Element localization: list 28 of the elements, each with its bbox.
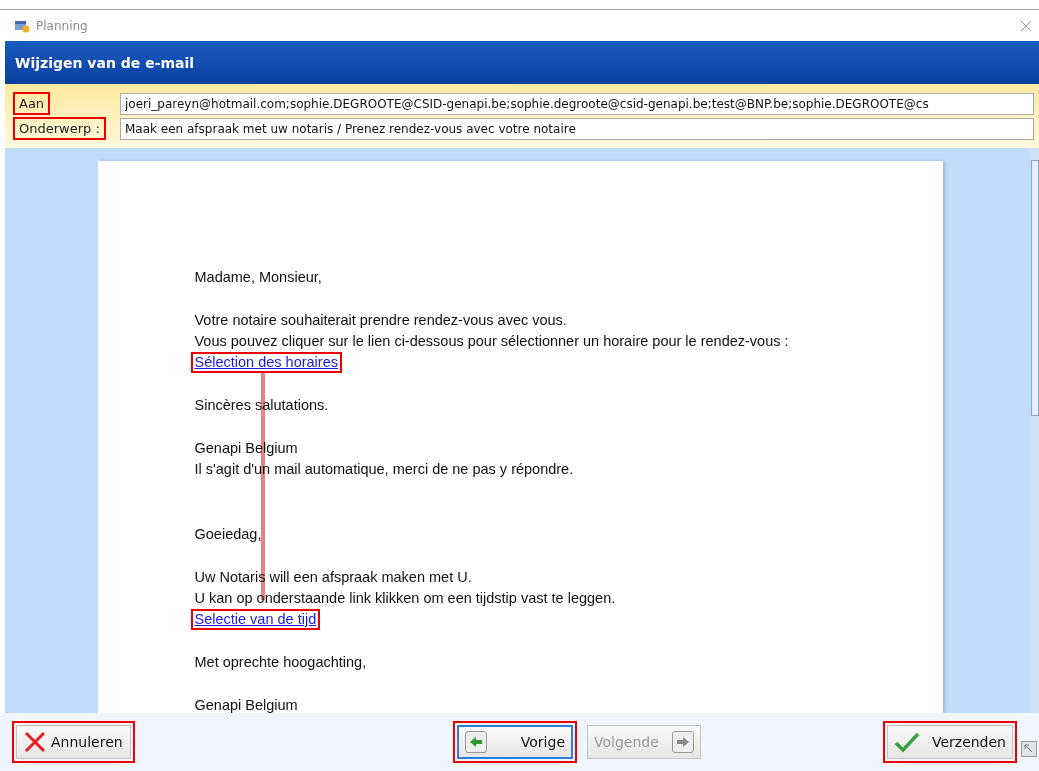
body-text: Met oprechte hoogachting,: [194, 653, 367, 672]
checkmark-icon: [894, 731, 920, 753]
body-text: Votre notaire souhaiterait prendre rendez-vous avec vous.: [194, 311, 567, 330]
email-link[interactable]: Selectie van de tijd: [190, 609, 321, 630]
field-label: Onderwerp :: [13, 117, 106, 140]
body-text: Genapi Belgium: [194, 439, 298, 458]
field-label: Aan: [13, 92, 51, 115]
body-text: Uw Notaris will een afspraak maken met U.: [194, 568, 472, 587]
cancel-button[interactable]: Annuleren: [16, 725, 131, 759]
body-text: Genapi Belgium: [194, 696, 298, 713]
body-text: Sincères salutations.: [194, 396, 329, 415]
email-link[interactable]: Sélection des horaires: [190, 352, 342, 373]
dialog-title: Wijzigen van de e-mail: [15, 54, 195, 71]
resize-icon[interactable]: [1021, 741, 1037, 757]
body-text: U kan op onderstaande link klikken om een tijdstip vast te leggen.: [194, 589, 616, 608]
body-text: Vous pouvez cliquer sur le lien ci-dessous pour sélectionner un horaire pour le rendez-vous :: [194, 332, 789, 351]
body-text: Goeiedag,: [194, 525, 262, 544]
calendar-icon: [14, 18, 30, 33]
prev-button[interactable]: Vorige: [457, 725, 573, 759]
input-field[interactable]: Maak een afspraak met uw notaris / Prenez rendez-vous avec votre notaire: [120, 117, 1034, 140]
send-button[interactable]: Verzenden: [887, 725, 1013, 759]
body-text: Madame, Monsieur,: [194, 268, 322, 287]
scrollbar[interactable]: [1031, 148, 1039, 713]
close-icon: [23, 730, 47, 754]
input-field[interactable]: joeri_pareyn@hotmail.com;sophie.DEGROOTE@CSID-genapi.be;sophie.degroote@csid-genapi.be;test@BNP.be;sophie.DEGROOTE@cs: [120, 92, 1034, 115]
body-text: Il s'agit d'un mail automatique, merci de ne pas y répondre.: [194, 460, 574, 479]
window-title: Planning: [36, 18, 89, 33]
close-icon[interactable]: [1021, 20, 1031, 31]
